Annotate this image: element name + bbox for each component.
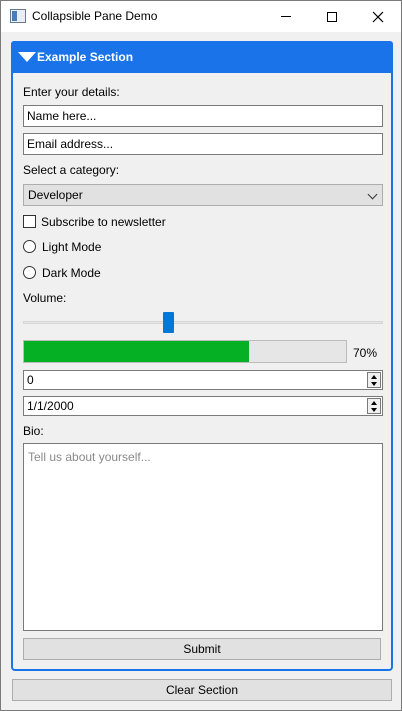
number-spinbox-value: 0 [27, 373, 34, 387]
category-label: Select a category: [23, 163, 120, 177]
bio-textarea[interactable]: Tell us about yourself... [23, 443, 383, 631]
date-down-icon[interactable] [371, 408, 377, 412]
clear-section-button[interactable]: Clear Section [12, 679, 392, 701]
spin-up-icon[interactable] [371, 375, 377, 379]
pane-header-title: Example Section [37, 50, 134, 64]
category-selected-value: Developer [28, 188, 83, 202]
email-input[interactable]: Email address... [23, 133, 383, 155]
date-picker[interactable]: 1/1/2000 [23, 396, 383, 416]
maximize-button[interactable] [309, 1, 355, 32]
number-spinbox-buttons[interactable] [367, 372, 381, 388]
close-button[interactable] [355, 1, 401, 32]
date-picker-buttons[interactable] [367, 398, 381, 414]
minimize-icon [281, 16, 291, 17]
close-icon [372, 11, 384, 22]
volume-label: Volume: [23, 291, 67, 305]
submit-button[interactable]: Submit [23, 638, 381, 660]
spin-down-icon[interactable] [371, 382, 377, 386]
app-window-icon [10, 9, 26, 23]
volume-slider-track[interactable] [23, 321, 383, 324]
date-up-icon[interactable] [371, 401, 377, 405]
title-bar: Collapsible Pane Demo [1, 1, 401, 32]
number-spinbox[interactable]: 0 [23, 370, 383, 390]
chevron-down-icon [367, 189, 378, 200]
details-label: Enter your details: [23, 85, 120, 99]
window-title: Collapsible Pane Demo [32, 9, 158, 23]
pane-header-toggle[interactable]: Example Section [11, 41, 393, 73]
dark-mode-label: Dark Mode [42, 266, 101, 280]
progress-percent-text: 70% [353, 346, 378, 360]
app-window: Collapsible Pane Demo Example Section En… [0, 0, 402, 711]
dark-mode-radio[interactable] [23, 266, 36, 279]
name-input[interactable]: Name here... [23, 105, 383, 127]
bio-label: Bio: [23, 424, 44, 438]
subscribe-label: Subscribe to newsletter [41, 215, 166, 229]
category-select[interactable]: Developer [23, 184, 383, 206]
light-mode-radio[interactable] [23, 240, 36, 253]
collapsible-pane: Example Section Enter your details: Name… [11, 41, 393, 671]
light-mode-label: Light Mode [42, 240, 102, 254]
maximize-icon [327, 11, 337, 22]
volume-slider-thumb[interactable] [163, 312, 174, 333]
subscribe-checkbox[interactable] [23, 215, 36, 228]
minimize-button[interactable] [263, 1, 309, 32]
triangle-down-icon [18, 52, 36, 62]
progress-bar-fill [24, 341, 250, 362]
date-picker-value: 1/1/2000 [27, 399, 74, 413]
progress-bar [23, 340, 347, 363]
